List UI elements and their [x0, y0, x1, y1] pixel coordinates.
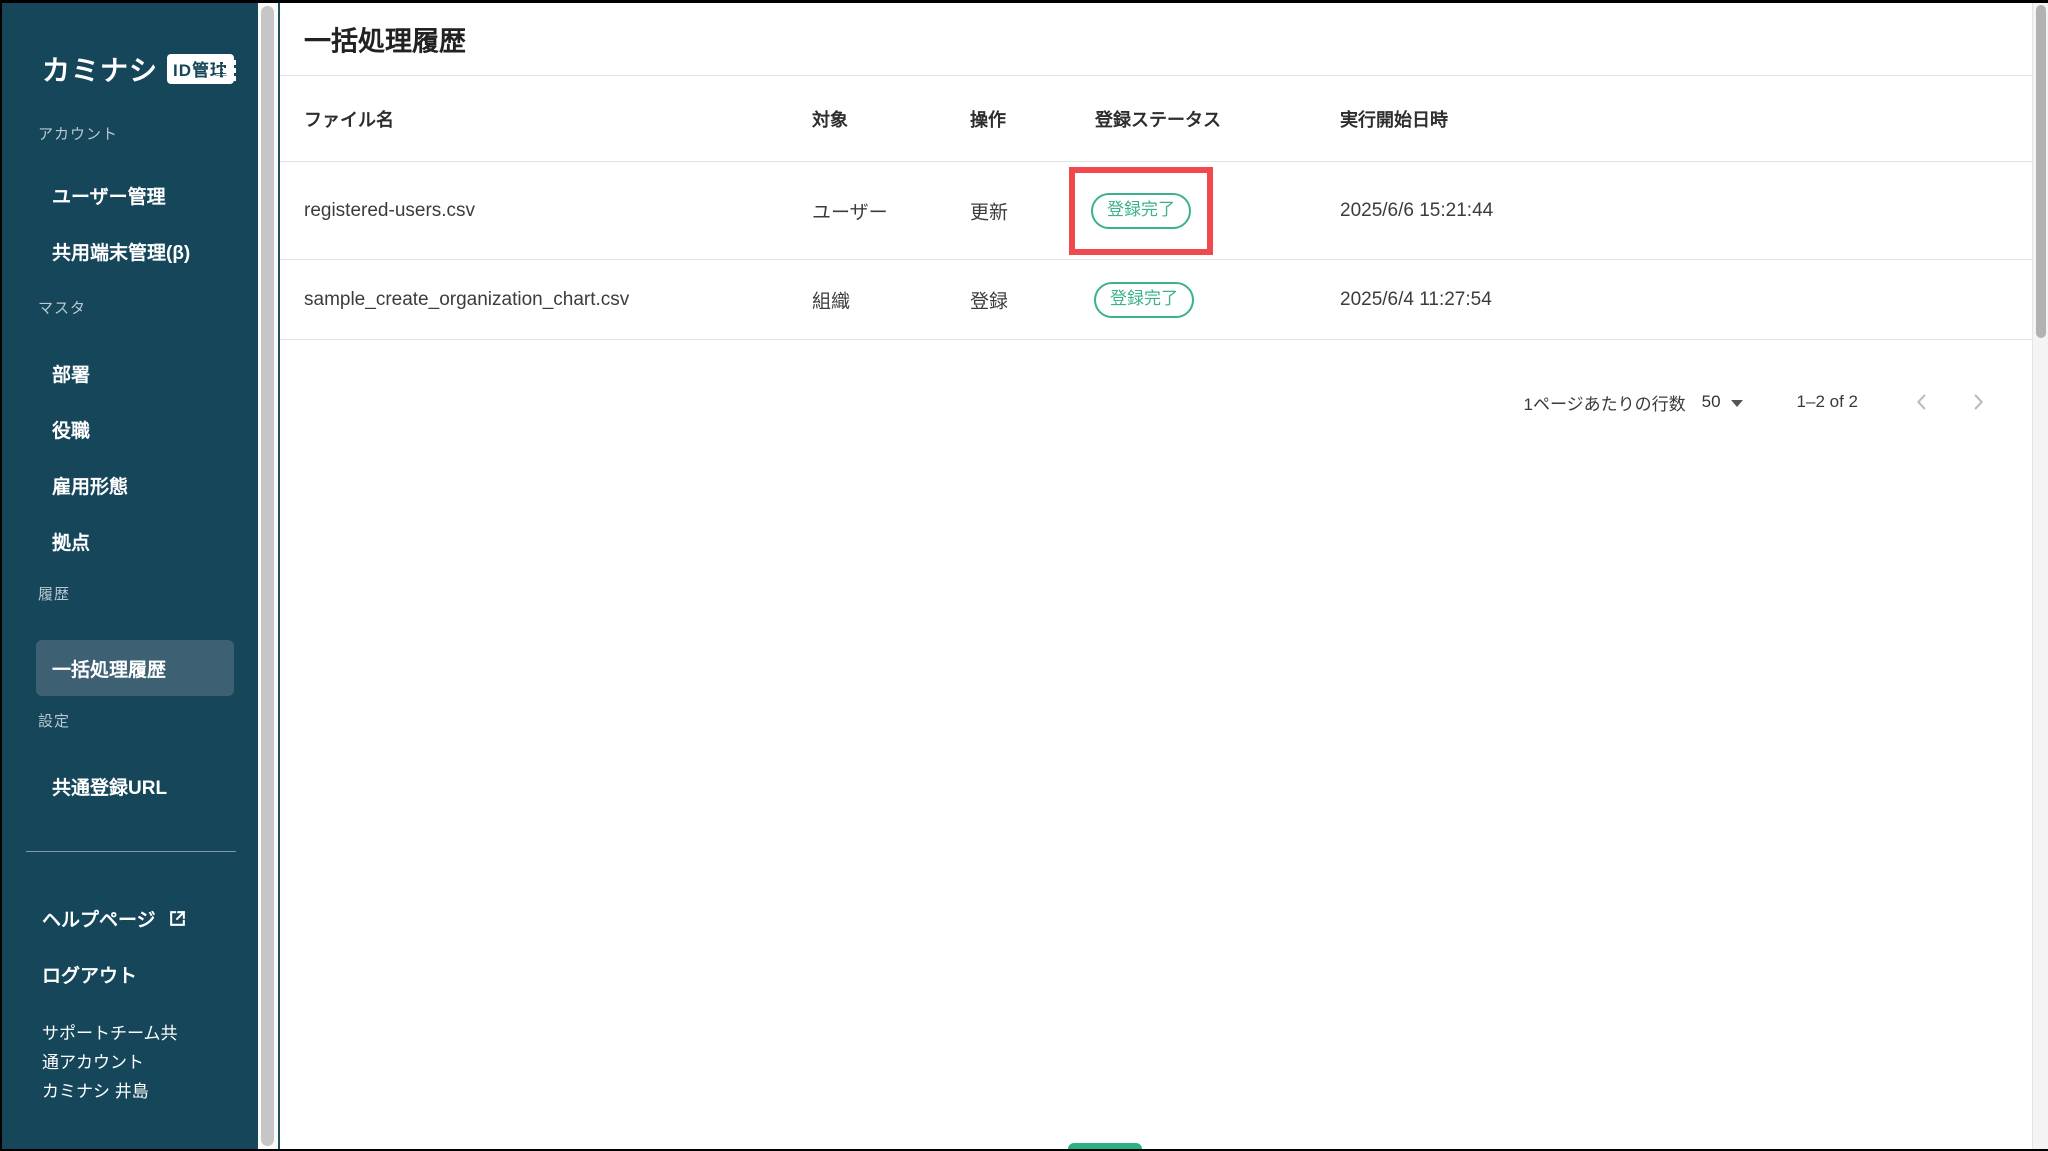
status-badge: 登録完了: [1094, 282, 1194, 318]
cell-status: 登録完了: [1094, 282, 1194, 318]
account-info-line: サポートチーム共: [42, 1019, 232, 1048]
sidebar-item[interactable]: ユーザー管理: [2, 167, 258, 224]
sidebar-item[interactable]: 拠点: [2, 513, 258, 570]
brand-logo-text: カミナシ: [42, 49, 158, 89]
sidebar-item[interactable]: 一括処理履歴: [36, 640, 234, 696]
page-scrollbar-thumb[interactable]: [2036, 5, 2046, 338]
column-header: 登録ステータス: [1095, 106, 1221, 132]
account-info-line: カミナシ 井島: [42, 1077, 232, 1106]
column-header: ファイル名: [304, 106, 394, 132]
cell-operation: 登録: [970, 286, 1008, 313]
rows-per-page-value: 50: [1702, 392, 1721, 412]
dropdown-caret-icon: [1731, 400, 1743, 407]
status-badge: 登録完了: [1091, 193, 1191, 229]
main-content: 一括処理履歴 ファイル名 対象 操作 登録ステータス 実行開始日時 registered…: [280, 3, 2048, 1149]
nav-section-label: マスタ: [38, 297, 86, 318]
rows-per-page-select[interactable]: 50: [1702, 392, 1743, 412]
pagination-bar: 1ページあたりの行数 50 1–2 of 2: [280, 366, 2048, 438]
sidebar-item-logout[interactable]: ログアウト: [42, 946, 137, 1002]
sidebar-scrollbar[interactable]: [258, 3, 278, 1149]
apps-grid-icon[interactable]: [215, 60, 236, 81]
sidebar-item[interactable]: 共用端末管理(β): [2, 223, 258, 280]
cell-target: 組織: [812, 286, 850, 313]
cell-target: ユーザー: [812, 197, 888, 224]
sidebar-item[interactable]: 役職: [2, 401, 258, 458]
cell-operation: 更新: [970, 197, 1008, 224]
external-link-icon: [168, 909, 187, 928]
chevron-right-icon[interactable]: [1964, 388, 1992, 416]
sidebar-scrollbar-thumb[interactable]: [261, 6, 274, 1146]
account-info: サポートチーム共通アカウントカミナシ 井島: [42, 1019, 232, 1106]
help-page-label: ヘルプページ: [42, 905, 156, 932]
nav-section-label: アカウント: [38, 123, 118, 144]
cell-file-name: sample_create_organization_chart.csv: [304, 289, 629, 311]
title-bar: 一括処理履歴: [280, 3, 2048, 76]
account-info-line: 通アカウント: [42, 1048, 232, 1077]
column-header: 操作: [970, 106, 1006, 132]
sidebar: カミナシ ID管理 アカウントユーザー管理共用端末管理(β) マスタ部署役職雇用形…: [2, 3, 258, 1149]
sidebar-divider: [26, 851, 236, 852]
bottom-green-button-peek[interactable]: [1068, 1143, 1142, 1149]
rows-per-page-label: 1ページあたりの行数: [1524, 390, 1686, 415]
column-header: 実行開始日時: [1340, 106, 1448, 132]
pagination-range: 1–2 of 2: [1797, 392, 1858, 412]
sidebar-item[interactable]: 雇用形態: [2, 457, 258, 514]
cell-file-name: registered-users.csv: [304, 200, 475, 222]
sidebar-item[interactable]: 共通登録URL: [2, 758, 258, 815]
page-scrollbar[interactable]: [2032, 3, 2048, 1149]
brand-logo[interactable]: カミナシ ID管理: [42, 49, 234, 89]
table-row: sample_create_organization_chart.csv 組織 登録…: [280, 260, 2048, 340]
cell-status: 登録完了: [1069, 167, 1213, 255]
logout-label: ログアウト: [42, 961, 137, 988]
cell-started-at: 2025/6/6 15:21:44: [1340, 200, 1493, 222]
highlight-box: 登録完了: [1069, 167, 1213, 255]
table-row: registered-users.csv ユーザー 更新 登録完了 2025/6/6 1…: [280, 162, 2048, 260]
chevron-left-icon[interactable]: [1908, 388, 1936, 416]
cell-started-at: 2025/6/4 11:27:54: [1340, 289, 1492, 311]
column-header: 対象: [812, 106, 848, 132]
sidebar-item[interactable]: 部署: [2, 345, 258, 402]
page-title: 一括処理履歴: [304, 20, 466, 59]
app-window: カミナシ ID管理 アカウントユーザー管理共用端末管理(β) マスタ部署役職雇用形…: [0, 0, 2048, 1151]
nav-section-label: 履歴: [38, 583, 70, 604]
nav-section-label: 設定: [38, 710, 70, 731]
table-header-row: ファイル名 対象 操作 登録ステータス 実行開始日時: [280, 76, 2048, 162]
table-body: registered-users.csvユーザー更新登録完了2025/6/6 1…: [280, 162, 2048, 340]
sidebar-item-help-page[interactable]: ヘルプページ: [42, 890, 187, 946]
